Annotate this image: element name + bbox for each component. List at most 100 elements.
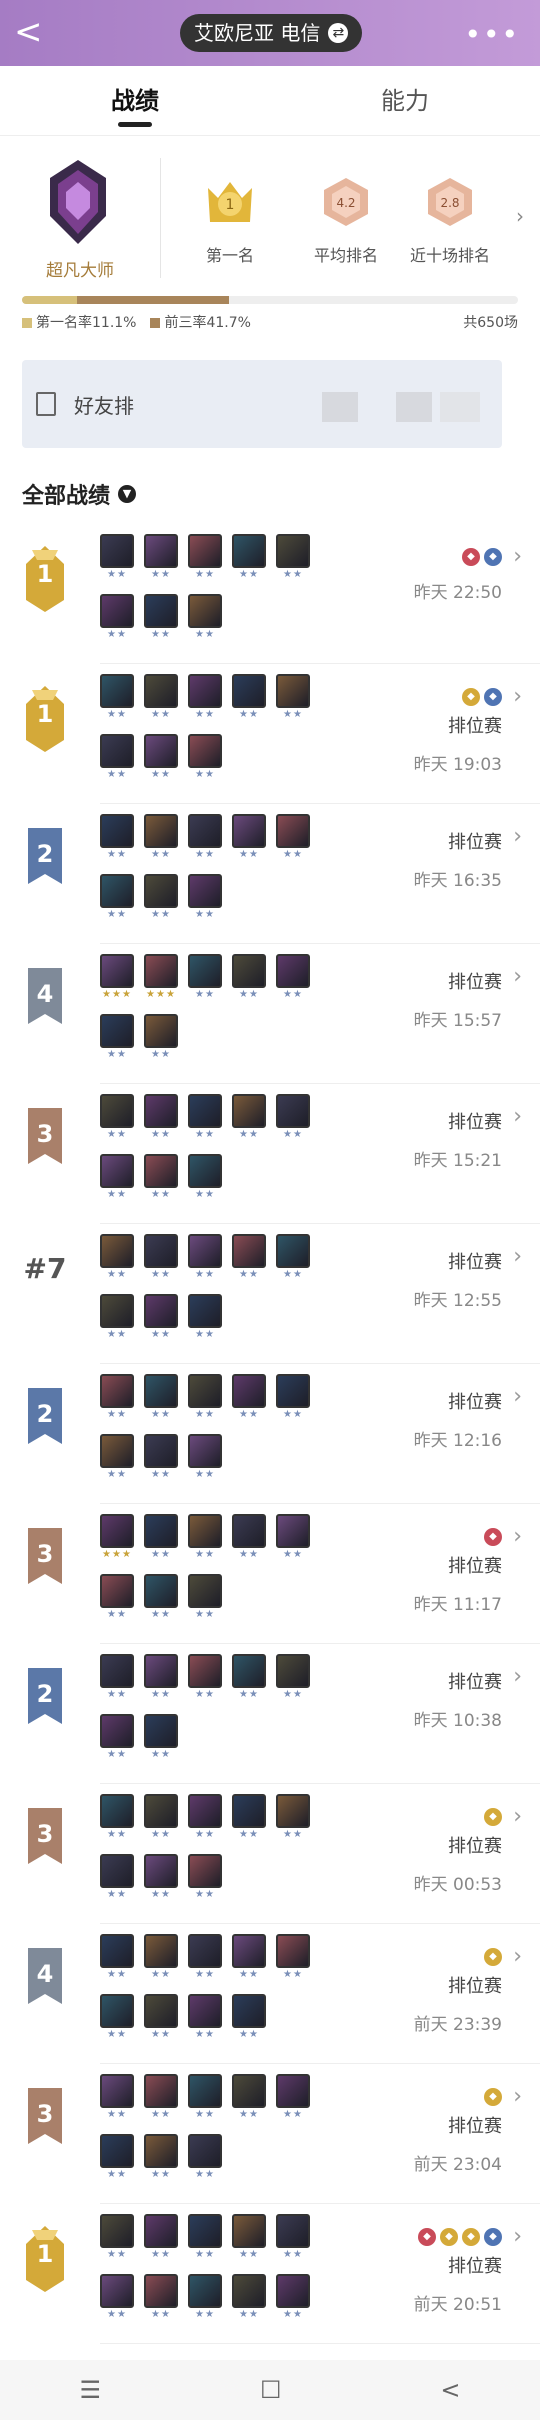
champion-portrait[interactable]: ★★ [100,594,134,646]
champion-portrait[interactable]: ★★ [100,1934,134,1986]
champion-portrait[interactable]: ★★ [276,814,310,866]
champion-portrait[interactable]: ★★ [276,1794,310,1846]
champion-portrait[interactable]: ★★ [144,2134,178,2186]
chevron-right-icon[interactable]: › [513,964,522,989]
server-selector[interactable]: 艾欧尼亚 电信 ⇄ [180,14,363,52]
champion-portrait[interactable]: ★★ [144,1234,178,1286]
champion-portrait[interactable]: ★★ [100,2274,134,2326]
champion-portrait[interactable]: ★★ [276,1654,310,1706]
champion-portrait[interactable]: ★★ [232,2074,266,2126]
champion-portrait[interactable]: ★★ [100,1994,134,2046]
champion-portrait[interactable]: ★★ [188,1514,222,1566]
champion-portrait[interactable]: ★★★ [144,954,178,1006]
champion-portrait[interactable]: ★★ [276,2214,310,2266]
stat-average[interactable]: 4.2 平均排名 [286,174,406,266]
champion-portrait[interactable]: ★★★ [100,954,134,1006]
champion-portrait[interactable]: ★★ [144,1714,178,1766]
chevron-right-icon[interactable]: › [513,1664,522,1689]
chevron-right-icon[interactable]: › [516,204,524,228]
champion-portrait[interactable]: ★★ [188,1434,222,1486]
champion-portrait[interactable]: ★★ [144,674,178,726]
champion-portrait[interactable]: ★★ [144,1434,178,1486]
champion-portrait[interactable]: ★★ [144,1854,178,1906]
champion-portrait[interactable]: ★★ [144,874,178,926]
champion-portrait[interactable]: ★★ [232,2274,266,2326]
champion-portrait[interactable]: ★★ [100,1794,134,1846]
champion-portrait[interactable]: ★★ [188,1994,222,2046]
champion-portrait[interactable]: ★★ [100,1434,134,1486]
champion-portrait[interactable]: ★★ [188,814,222,866]
champion-portrait[interactable]: ★★ [144,2274,178,2326]
champion-portrait[interactable]: ★★ [144,1014,178,1066]
champion-portrait[interactable]: ★★ [188,1654,222,1706]
champion-portrait[interactable]: ★★ [188,674,222,726]
champion-portrait[interactable]: ★★ [276,2074,310,2126]
friend-rank-banner[interactable]: 好友排 [22,360,502,448]
champion-portrait[interactable]: ★★ [100,1374,134,1426]
champion-portrait[interactable]: ★★ [100,1854,134,1906]
champion-portrait[interactable]: ★★ [232,1994,266,2046]
more-menu-button[interactable]: ••• [464,18,520,51]
champion-portrait[interactable]: ★★ [188,534,222,586]
champion-portrait[interactable]: ★★ [276,954,310,1006]
champion-portrait[interactable]: ★★ [232,1794,266,1846]
champion-portrait[interactable]: ★★ [188,594,222,646]
champion-portrait[interactable]: ★★ [144,2214,178,2266]
champion-portrait[interactable]: ★★ [100,1234,134,1286]
match-row[interactable]: 3 ★★ ★★ ★★ ★★ ★★ ★★ ★★ ★★ ◆ 排位赛 前天 23:04 › [28,2064,540,2204]
champion-portrait[interactable]: ★★ [232,1374,266,1426]
champion-portrait[interactable]: ★★ [144,1374,178,1426]
tab-ability[interactable]: 能力 [270,66,540,135]
chevron-right-icon[interactable]: › [513,2224,522,2249]
champion-portrait[interactable]: ★★ [100,1154,134,1206]
chevron-right-icon[interactable]: › [513,544,522,569]
champion-portrait[interactable]: ★★ [188,1094,222,1146]
chevron-right-icon[interactable]: › [513,1944,522,1969]
chevron-right-icon[interactable]: › [513,2084,522,2109]
champion-portrait[interactable]: ★★ [232,1094,266,1146]
chevron-right-icon[interactable]: › [513,1804,522,1829]
champion-portrait[interactable]: ★★ [276,1514,310,1566]
chevron-right-icon[interactable]: › [513,1104,522,1129]
champion-portrait[interactable]: ★★ [100,1574,134,1626]
champion-portrait[interactable]: ★★ [188,1294,222,1346]
champion-portrait[interactable]: ★★ [100,674,134,726]
champion-portrait[interactable]: ★★ [276,1374,310,1426]
chevron-right-icon[interactable]: › [513,1244,522,1269]
champion-portrait[interactable]: ★★ [188,2074,222,2126]
champion-portrait[interactable]: ★★ [188,1574,222,1626]
stat-recent[interactable]: 2.8 近十场排名 [390,174,510,266]
match-row[interactable]: 2 ★★ ★★ ★★ ★★ ★★ ★★ ★★ 排位赛 昨天 10:38 › [28,1644,540,1784]
champion-portrait[interactable]: ★★ [144,1294,178,1346]
back-nav-icon[interactable]: < [440,2376,460,2404]
champion-portrait[interactable]: ★★ [232,534,266,586]
champion-portrait[interactable]: ★★★ [100,1514,134,1566]
champion-portrait[interactable]: ★★ [100,1014,134,1066]
home-nav-icon[interactable]: ☐ [260,2376,282,2404]
match-row[interactable]: 4 ★★ ★★ ★★ ★★ ★★ ★★ ★★ ★★ ★★ ◆ 排位赛 前天 23:39 › [28,1924,540,2064]
champion-portrait[interactable]: ★★ [188,734,222,786]
champion-portrait[interactable]: ★★ [144,1154,178,1206]
champion-portrait[interactable]: ★★ [276,534,310,586]
champion-portrait[interactable]: ★★ [144,1994,178,2046]
champion-portrait[interactable]: ★★ [144,2074,178,2126]
champion-portrait[interactable]: ★★ [232,1654,266,1706]
match-row[interactable]: #7 ★★ ★★ ★★ ★★ ★★ ★★ ★★ ★★ 排位赛 昨天 12:55 › [24,1224,540,1364]
all-records-filter[interactable]: 全部战绩 ▼ [22,478,137,510]
champion-portrait[interactable]: ★★ [100,1094,134,1146]
champion-portrait[interactable]: ★★ [100,2214,134,2266]
champion-portrait[interactable]: ★★ [232,954,266,1006]
champion-portrait[interactable]: ★★ [188,1934,222,1986]
champion-portrait[interactable]: ★★ [232,1234,266,1286]
champion-portrait[interactable]: ★★ [232,2214,266,2266]
match-row[interactable]: 3 ★★ ★★ ★★ ★★ ★★ ★★ ★★ ★★ ◆ 排位赛 昨天 00:53 › [28,1784,540,1924]
match-row[interactable]: 1 ★★ ★★ ★★ ★★ ★★ ★★ ★★ ★★ ◆ ◆ 昨天 22:50 › [26,524,540,664]
champion-portrait[interactable]: ★★ [276,1234,310,1286]
champion-portrait[interactable]: ★★ [188,1854,222,1906]
champion-portrait[interactable]: ★★ [144,1794,178,1846]
champion-portrait[interactable]: ★★ [144,1574,178,1626]
champion-portrait[interactable]: ★★ [100,814,134,866]
champion-portrait[interactable]: ★★ [188,1234,222,1286]
champion-portrait[interactable]: ★★ [276,674,310,726]
champion-portrait[interactable]: ★★ [144,534,178,586]
